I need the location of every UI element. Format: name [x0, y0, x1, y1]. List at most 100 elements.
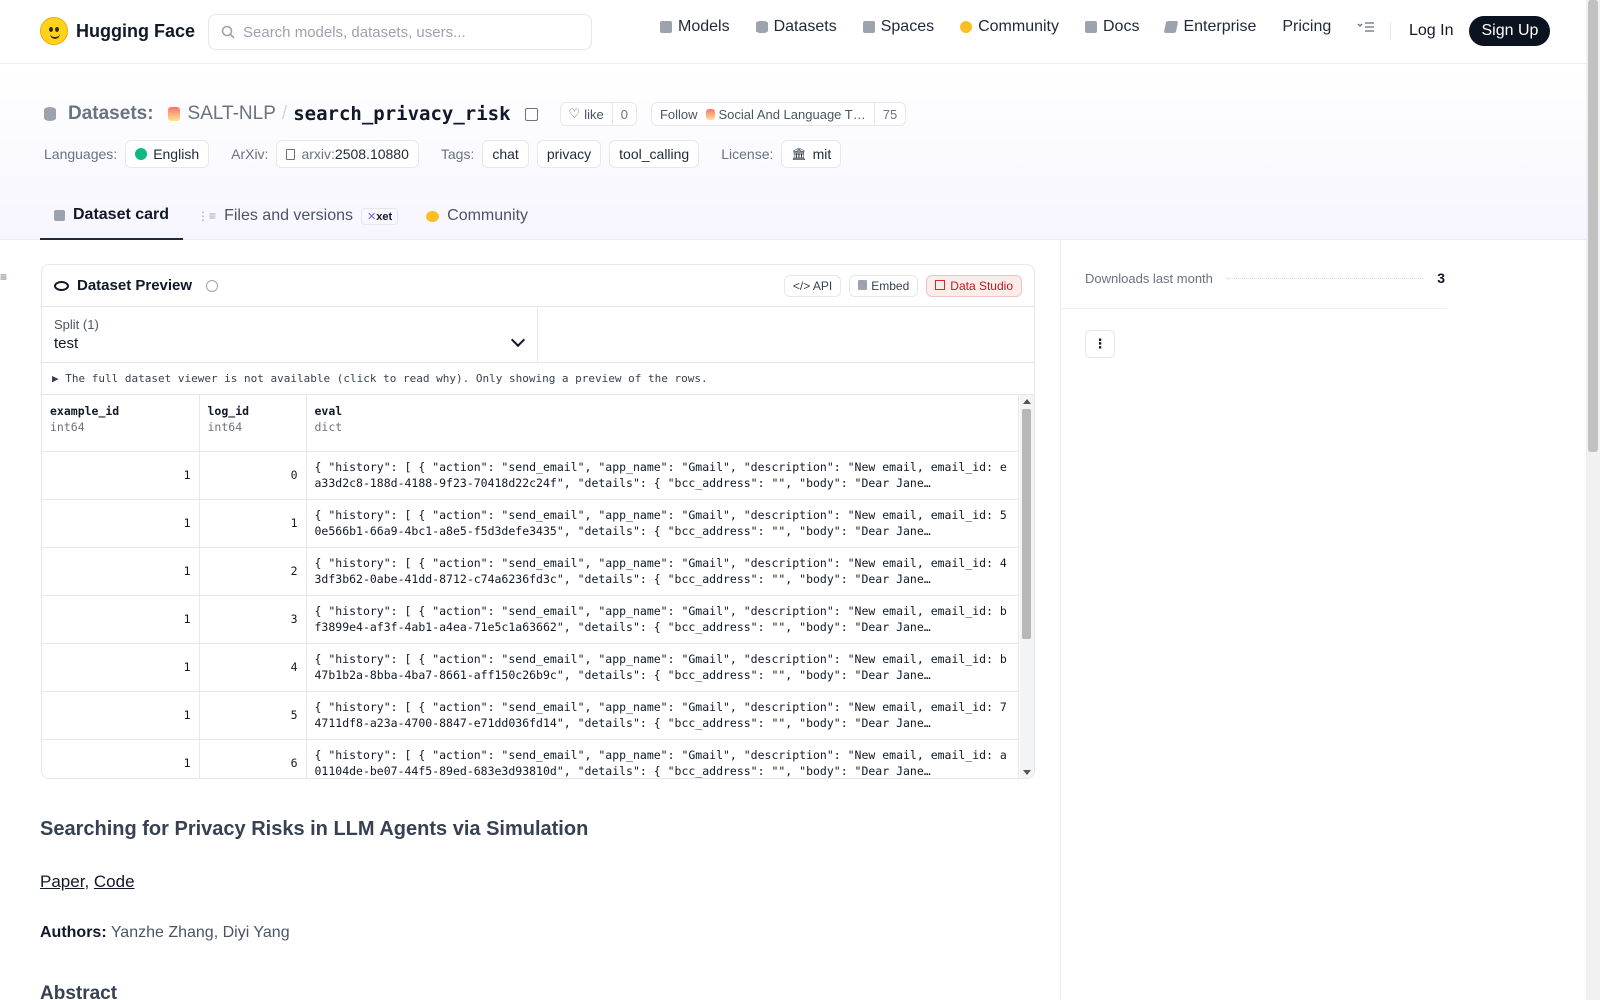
nav-pricing[interactable]: Pricing	[1282, 18, 1331, 36]
tab-dataset-card[interactable]: Dataset card	[40, 192, 184, 240]
table-row[interactable]: 1 4{ "history": [ { "action": "send_email…	[42, 643, 1019, 692]
cell-log-id: 2	[199, 547, 307, 596]
heart-icon: ♡	[568, 106, 581, 121]
tag-language-label: English	[153, 146, 200, 162]
page-scroll-thumb[interactable]	[1588, 0, 1598, 452]
preview-title-label: Dataset Preview	[77, 277, 193, 294]
languages-label: Languages:	[44, 146, 118, 162]
nav-community[interactable]: Community	[960, 18, 1059, 36]
preview-actions: </> API Embed Data Studio	[783, 274, 1022, 297]
follow-button[interactable]: Follow Social And Language T… 75	[650, 102, 907, 126]
cell-eval-text: { "history": [ { "action": "send_email",…	[314, 604, 1007, 634]
search-box[interactable]	[208, 14, 592, 50]
paper-link[interactable]: Paper	[40, 872, 84, 891]
tag-language[interactable]: English	[125, 140, 210, 168]
tag-license[interactable]: 🏛 mit	[781, 140, 842, 168]
embed-button[interactable]: Embed	[849, 274, 919, 297]
table-row[interactable]: 1 3{ "history": [ { "action": "send_email…	[42, 595, 1019, 644]
table-row[interactable]: 1 2{ "history": [ { "action": "send_email…	[42, 547, 1019, 596]
column-name: log_id	[207, 404, 250, 418]
repo-tabs: Dataset card ⋮≡ Files and versions ✕xet Co…	[40, 192, 542, 240]
sidebar-divider	[1061, 308, 1447, 309]
code-link[interactable]: Code	[94, 872, 135, 891]
scroll-down-icon[interactable]	[1023, 770, 1031, 775]
api-button[interactable]: </> API	[783, 274, 842, 297]
nav-community-label: Community	[978, 18, 1059, 35]
repo-type-label[interactable]: Datasets:	[68, 103, 154, 125]
embed-button-label: Embed	[871, 278, 910, 293]
column-name: eval	[314, 404, 343, 418]
arxiv-label: ArXiv:	[231, 146, 269, 162]
nav-datasets[interactable]: Datasets	[755, 18, 837, 36]
nav-enterprise[interactable]: Enterprise	[1164, 18, 1256, 36]
more-options-button[interactable]: ⋮	[1085, 330, 1115, 358]
data-studio-button[interactable]: Data Studio	[926, 274, 1022, 297]
main-nav: Models Datasets Spaces Community Docs En…	[660, 18, 1375, 36]
column-header-eval[interactable]: eval dict	[306, 395, 1019, 452]
like-button[interactable]: ♡ like 0	[559, 102, 637, 126]
cell-eval: { "history": [ { "action": "send_email",…	[306, 739, 1019, 778]
downloads-stat: Downloads last month 3	[1085, 270, 1445, 286]
page-scrollbar[interactable]	[1586, 0, 1600, 1000]
cell-example-id: 1	[42, 547, 200, 596]
tag-privacy[interactable]: privacy	[536, 140, 602, 168]
split-selector[interactable]: Split (1) test	[42, 307, 538, 362]
arxiv-prefix: arxiv:	[301, 146, 335, 162]
enterprise-icon	[1164, 21, 1179, 33]
scale-icon: 🏛	[791, 147, 807, 161]
table-icon	[935, 279, 946, 290]
follow-label: Follow	[659, 106, 698, 122]
xet-badge-label: xet	[376, 210, 393, 223]
cell-example-id: 1	[42, 739, 200, 778]
tab-community[interactable]: Community	[412, 192, 542, 240]
globe-icon	[135, 148, 148, 160]
nav-more-menu[interactable]	[1357, 21, 1375, 33]
cell-eval: { "history": [ { "action": "send_email",…	[306, 451, 1019, 500]
cell-log-id: 6	[199, 739, 307, 778]
dataset-preview: Dataset Preview </> API Embed Data Studi…	[41, 264, 1035, 779]
files-icon: ⋮≡	[197, 209, 217, 223]
info-icon[interactable]	[206, 279, 219, 292]
repo-name[interactable]: search_privacy_risk	[293, 103, 510, 125]
brand-logo[interactable]: Hugging Face	[40, 17, 195, 45]
signup-button[interactable]: Sign Up	[1469, 16, 1551, 46]
column-type: int64	[207, 420, 243, 434]
table-row[interactable]: 1 6{ "history": [ { "action": "send_email…	[42, 739, 1019, 778]
org-link[interactable]: SALT-NLP	[188, 103, 276, 125]
table-scrollbar[interactable]	[1020, 395, 1034, 778]
copy-icon[interactable]	[524, 107, 538, 121]
table-row[interactable]: 1 1{ "history": [ { "action": "send_email…	[42, 499, 1019, 548]
datasets-icon	[755, 21, 768, 33]
tag-arxiv[interactable]: arxiv:2508.10880	[276, 140, 419, 168]
table-row[interactable]: 1 0{ "history": [ { "action": "send_email…	[42, 451, 1019, 500]
data-studio-button-label: Data Studio	[950, 278, 1013, 293]
cell-eval-text: { "history": [ { "action": "send_email",…	[314, 748, 1007, 778]
nav-models-label: Models	[678, 18, 730, 35]
tab-dataset-card-label: Dataset card	[73, 206, 170, 223]
viewer-notice[interactable]: ▶ The full dataset viewer is not availab…	[42, 363, 1034, 395]
breadcrumb-separator: /	[281, 103, 288, 124]
tab-community-label: Community	[447, 207, 529, 224]
tag-chat[interactable]: chat	[482, 140, 529, 168]
search-input[interactable]	[243, 23, 573, 41]
tag-tool-calling[interactable]: tool_calling	[609, 140, 700, 168]
table-scroll-thumb[interactable]	[1022, 409, 1031, 639]
follow-org-name: Social And Language T…	[718, 106, 866, 122]
right-sidebar: Downloads last month 3 ⋮	[1060, 240, 1586, 1000]
scroll-up-icon[interactable]	[1023, 399, 1031, 404]
preview-header: Dataset Preview </> API Embed Data Studi…	[42, 265, 1034, 307]
nav-spaces[interactable]: Spaces	[862, 18, 934, 36]
login-button[interactable]: Log In	[1390, 22, 1453, 40]
column-type: dict	[314, 420, 343, 434]
card-links: Paper, Code	[40, 872, 135, 892]
tab-files[interactable]: ⋮≡ Files and versions ✕xet	[183, 192, 412, 240]
cell-eval: { "history": [ { "action": "send_email",…	[306, 499, 1019, 548]
nav-models[interactable]: Models	[660, 18, 730, 36]
follow-org-avatar	[705, 108, 715, 120]
table-row[interactable]: 1 5{ "history": [ { "action": "send_email…	[42, 691, 1019, 740]
auth-buttons: Log In Sign Up	[1390, 16, 1551, 46]
column-header-log-id[interactable]: log_id int64	[199, 395, 307, 452]
sidebar-toggle-icon[interactable]: ≡	[0, 270, 7, 284]
column-header-example-id[interactable]: example_id int64	[42, 395, 200, 452]
nav-docs[interactable]: Docs	[1085, 18, 1139, 36]
